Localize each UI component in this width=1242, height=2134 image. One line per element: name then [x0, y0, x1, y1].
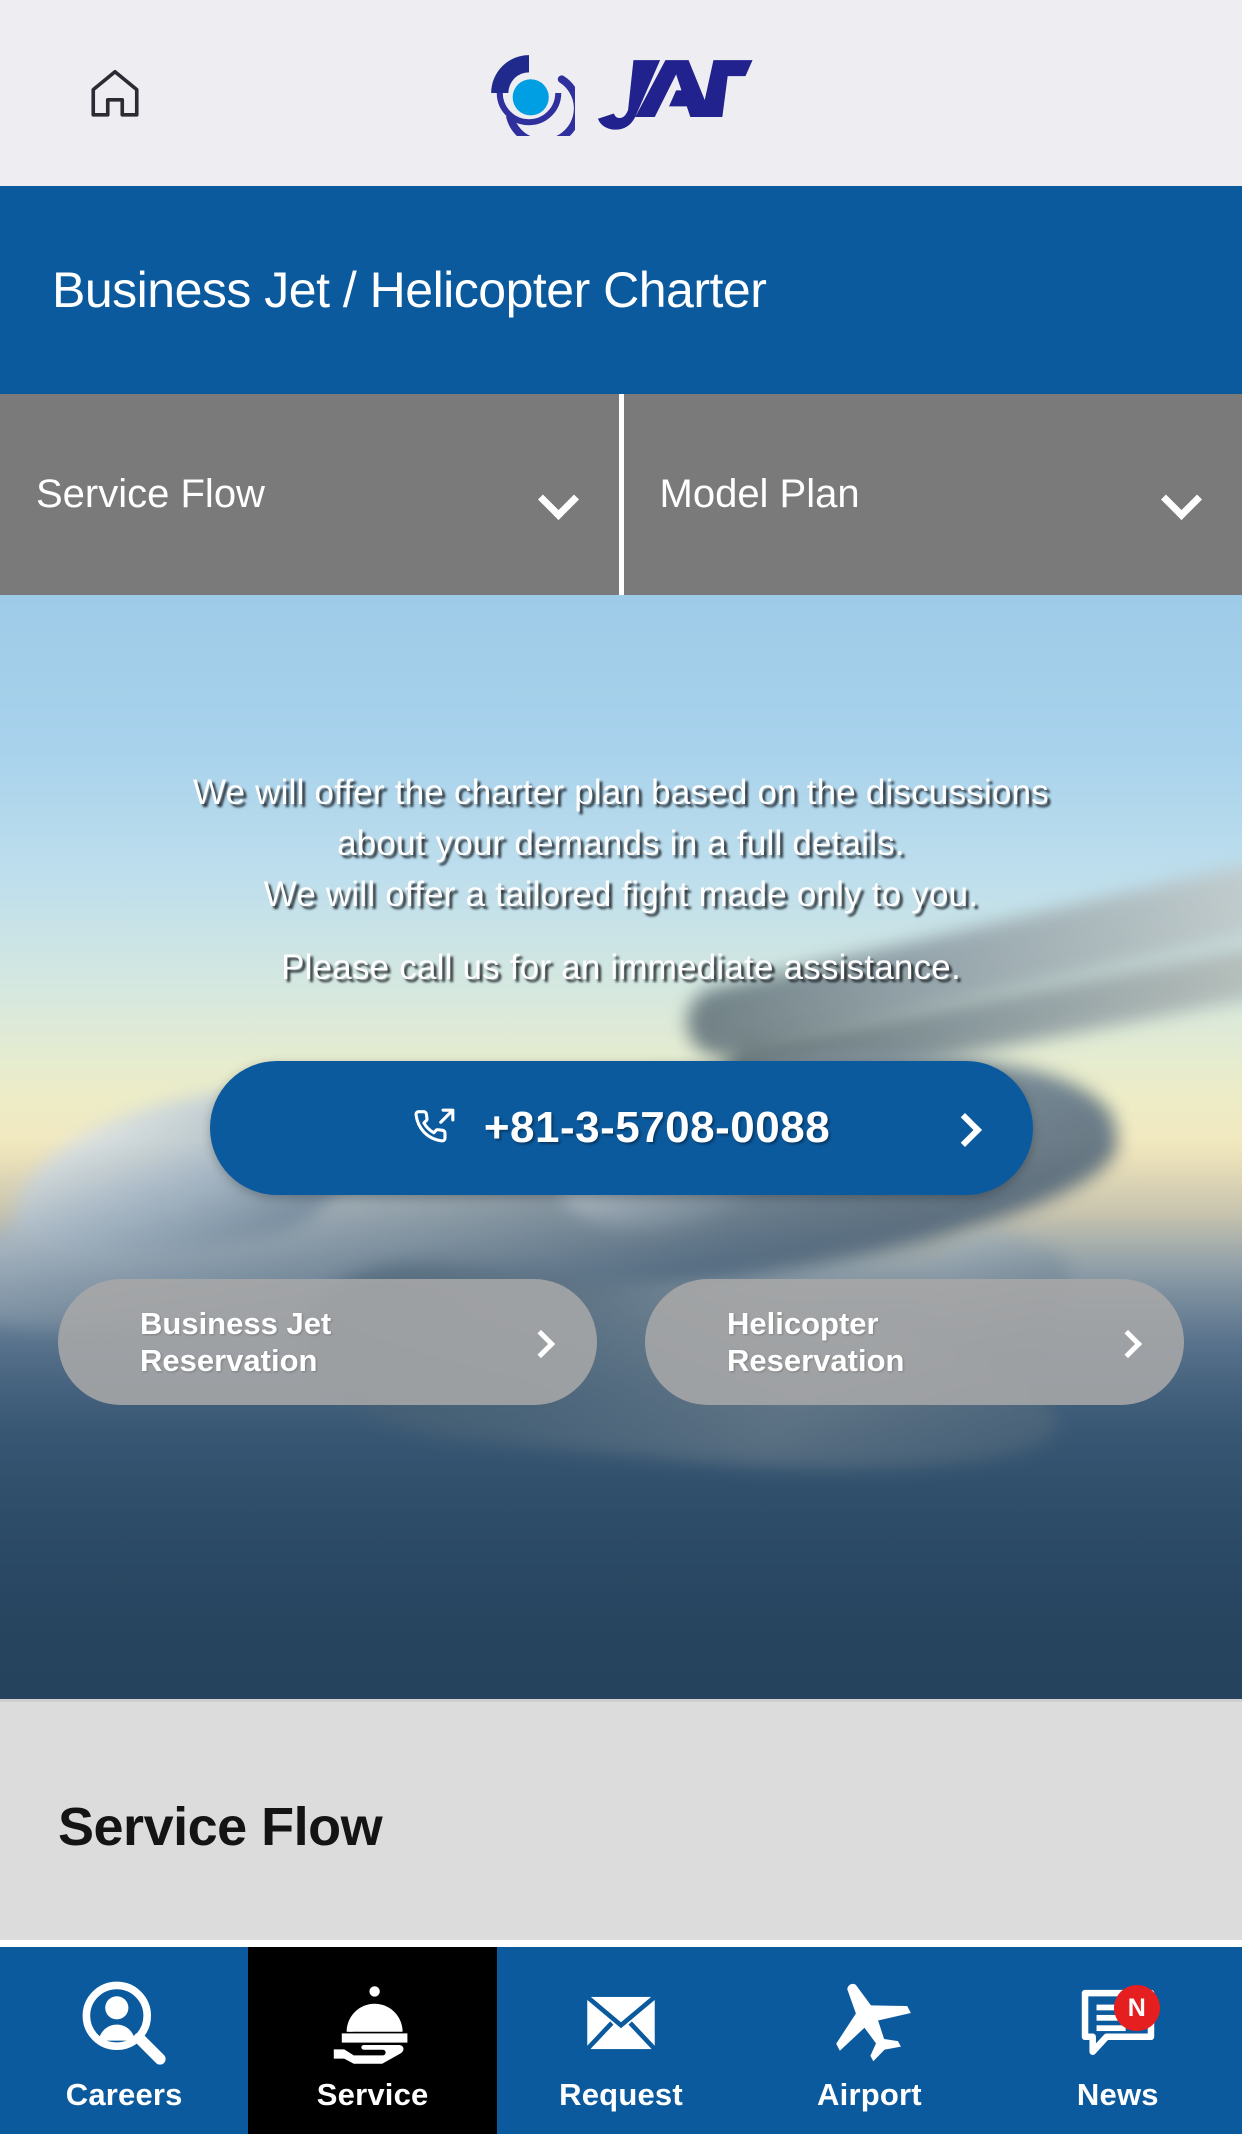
envelope-icon [575, 1973, 667, 2073]
chevron-right-icon [1116, 1331, 1138, 1353]
nav-item-careers[interactable]: Careers [0, 1947, 248, 2134]
nav-item-careers-label: Careers [65, 2077, 183, 2112]
room-service-icon [325, 1973, 421, 2073]
page-title: Business Jet / Helicopter Charter [52, 261, 767, 318]
hero-copy-line-1: We will offer the charter plan based on … [192, 773, 1049, 812]
hero-copy-line-3: We will offer a tailored fight made only… [263, 875, 979, 915]
home-icon [91, 69, 139, 117]
helicopter-reservation-button[interactable]: Helicopter Reservation [645, 1279, 1184, 1406]
business-jet-reservation-line-1: Business Jet [140, 1305, 332, 1341]
tab-service-flow-label: Service Flow [36, 472, 265, 516]
hero-copy: We will offer the charter plan based on … [193, 767, 1049, 993]
tab-model-plan-label: Model Plan [659, 472, 860, 516]
chevron-down-icon [1164, 485, 1198, 505]
hero-copy-line-2: about your demands in a full details. [337, 824, 905, 864]
nav-item-request-label: Request [559, 2077, 683, 2112]
person-search-icon [76, 1973, 172, 2073]
business-jet-reservation-button[interactable]: Business Jet Reservation [58, 1279, 597, 1406]
app-header [0, 0, 1242, 186]
service-flow-heading: Service Flow [58, 1796, 383, 1857]
nav-item-request[interactable]: Request [497, 1947, 745, 2134]
nav-item-airport[interactable]: Airport [745, 1947, 993, 2134]
call-phone-button[interactable]: +81-3-5708-0088 [209, 1061, 1033, 1196]
hero-content: We will offer the charter plan based on … [0, 595, 1242, 1699]
tab-model-plan[interactable]: Model Plan [618, 394, 1242, 595]
nav-item-service-label: Service [316, 2077, 429, 2112]
business-jet-reservation-line-2: Reservation [140, 1343, 318, 1379]
phone-outgoing-icon [414, 1109, 455, 1143]
nav-item-news[interactable]: N News [994, 1947, 1242, 2134]
nav-item-service[interactable]: Service [248, 1947, 497, 2134]
jan-wordmark-icon [597, 60, 753, 130]
bottom-navigation: Careers Service Request Airport N News [0, 1940, 1242, 2134]
page-title-bar: Business Jet / Helicopter Charter [0, 186, 1242, 394]
tab-service-flow[interactable]: Service Flow [0, 394, 619, 595]
chevron-right-icon [951, 1115, 977, 1141]
helicopter-reservation-line-1: Helicopter [727, 1305, 879, 1341]
helicopter-reservation-line-2: Reservation [727, 1343, 905, 1379]
hero-banner: We will offer the charter plan based on … [0, 595, 1242, 1699]
chevron-right-icon [529, 1331, 551, 1353]
hero-copy-spacer [193, 920, 1049, 942]
hero-copy-line-4: Please call us for an immediate assistan… [281, 948, 961, 988]
helicopter-reservation-label: Helicopter Reservation [727, 1305, 904, 1381]
brand-logo[interactable] [483, 50, 759, 136]
airplane-icon [819, 1973, 919, 2073]
reservation-button-row: Business Jet Reservation Helicopter Rese… [0, 1279, 1242, 1406]
jan-swirl-icon [491, 55, 575, 136]
call-phone-button-inner: +81-3-5708-0088 [412, 1103, 830, 1153]
chevron-down-icon [541, 485, 575, 505]
section-tab-bar: Service Flow Model Plan [0, 394, 1242, 595]
home-button[interactable] [78, 56, 152, 130]
app-screen: Business Jet / Helicopter Charter Servic… [0, 0, 1242, 2134]
nav-item-airport-label: Airport [817, 2077, 922, 2112]
nav-item-news-label: News [1076, 2077, 1159, 2112]
business-jet-reservation-label: Business Jet Reservation [140, 1305, 331, 1381]
service-flow-section: Service Flow [0, 1699, 1242, 1951]
phone-number: +81-3-5708-0088 [483, 1103, 831, 1153]
chat-lines-icon: N [1072, 1973, 1164, 2073]
news-badge: N [1113, 1985, 1160, 2031]
